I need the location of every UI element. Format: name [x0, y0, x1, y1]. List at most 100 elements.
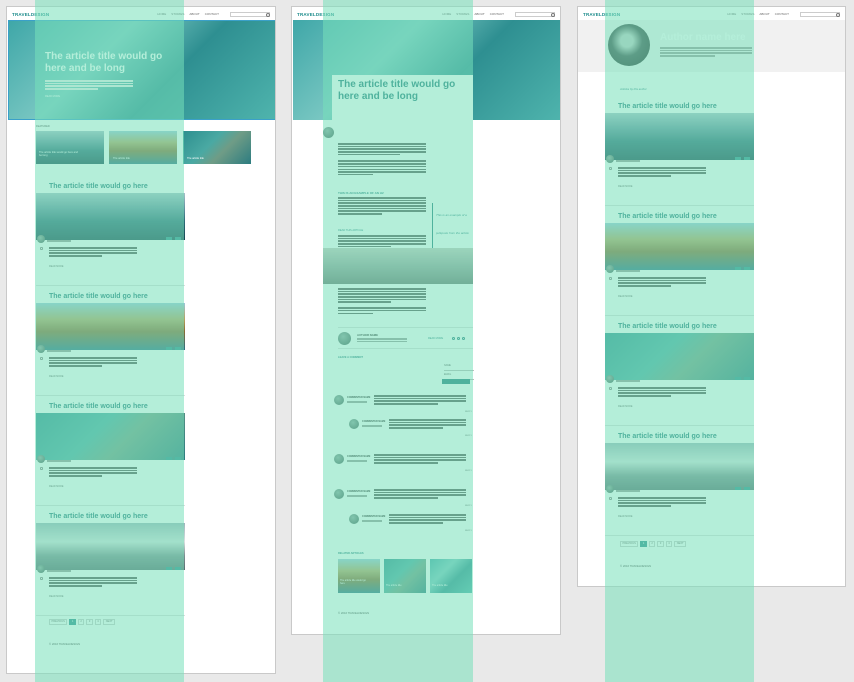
article-image[interactable] [36, 523, 185, 570]
hero-read-more[interactable]: READ MORE [45, 95, 60, 98]
related-card[interactable]: The article title [430, 559, 472, 593]
commenter-name[interactable]: COMMENTER NAME [362, 420, 385, 423]
article-image[interactable] [36, 413, 185, 460]
commenter-avatar[interactable] [349, 514, 359, 524]
commenter-name[interactable]: COMMENTER NAME [347, 455, 370, 458]
logo[interactable]: TRAVELDESIGN [297, 12, 334, 17]
commenter-name[interactable]: COMMENTER NAME [362, 515, 385, 518]
article-title[interactable]: The article title would go here [618, 433, 717, 440]
tag-badge[interactable] [735, 377, 741, 380]
nav-item-about[interactable]: ABOUT [474, 12, 484, 16]
reply-link[interactable]: REPLY [465, 505, 472, 507]
search-input[interactable] [230, 11, 270, 17]
tag-badge[interactable] [735, 157, 741, 160]
tag-badge[interactable] [166, 457, 172, 460]
commenter-avatar[interactable] [334, 395, 344, 405]
comment-icon[interactable] [40, 467, 43, 470]
author-avatar[interactable] [37, 345, 45, 353]
author-avatar[interactable] [606, 265, 614, 273]
inline-link[interactable]: READ THIS ARTICLE [338, 229, 363, 232]
tag-badge[interactable] [166, 237, 172, 240]
submit-button[interactable]: SUBMIT [442, 379, 470, 393]
author-avatar[interactable] [37, 235, 45, 243]
article-title[interactable]: The article title would go here [49, 403, 148, 410]
reply-link[interactable]: REPLY [465, 470, 472, 472]
article-image[interactable] [605, 113, 754, 160]
author-avatar[interactable] [323, 127, 334, 138]
read-more-link[interactable]: READ MORE [49, 265, 63, 268]
comment-icon[interactable] [609, 277, 612, 280]
commenter-avatar[interactable] [334, 454, 344, 464]
nav-item-contact[interactable]: CONTACT [775, 12, 789, 16]
article-card[interactable]: The article title would go here READ MORE [578, 323, 838, 433]
article-card[interactable]: The article title would go here READ MORE [578, 213, 838, 323]
featured-card[interactable]: The article title would go here and be l… [36, 131, 104, 164]
search-icon[interactable] [550, 12, 555, 17]
logo[interactable]: TRAVELDESIGN [12, 12, 49, 17]
article-card[interactable]: The article title would go here READ MORE [7, 183, 267, 293]
comment-icon[interactable] [609, 167, 612, 170]
commenter-name[interactable]: COMMENTER NAME [347, 490, 370, 493]
nav-item-home[interactable]: HOME [157, 12, 166, 16]
commenter-avatar[interactable] [349, 419, 359, 429]
article-title[interactable]: The article title would go here [49, 513, 148, 520]
search-icon[interactable] [265, 12, 270, 17]
tag-badge[interactable] [735, 267, 741, 270]
tag-badge[interactable] [175, 237, 181, 240]
article-title[interactable]: The article title would go here [49, 183, 148, 190]
share-icon[interactable] [457, 337, 460, 340]
nav-item-about[interactable]: ABOUT [189, 12, 199, 16]
read-more-link[interactable]: READ MORE [618, 295, 632, 298]
article-card[interactable]: The article title would go here READ MORE [578, 103, 838, 213]
article-title[interactable]: The article title would go here [618, 323, 717, 330]
tag-badge[interactable] [175, 457, 181, 460]
article-card[interactable]: The article title would go here READ MORE [578, 433, 838, 543]
nav-item-home[interactable]: HOME [727, 12, 736, 16]
comment-icon[interactable] [40, 247, 43, 250]
tag-badge[interactable] [744, 157, 750, 160]
nav-item-about[interactable]: ABOUT [759, 12, 769, 16]
article-title[interactable]: The article title would go here [618, 213, 717, 220]
author-avatar[interactable] [37, 455, 45, 463]
tag-badge[interactable] [175, 347, 181, 350]
commenter-name[interactable]: COMMENTER NAME [347, 396, 370, 399]
article-image[interactable] [36, 193, 185, 240]
author-avatar[interactable] [338, 332, 351, 345]
article-card[interactable]: The article title would go here READ MORE [7, 403, 267, 513]
read-more-link[interactable]: READ MORE [618, 515, 632, 518]
comment-icon[interactable] [40, 577, 43, 580]
read-more-link[interactable]: READ MORE [49, 375, 63, 378]
featured-card[interactable]: The article title [183, 131, 251, 164]
tag-badge[interactable] [166, 567, 172, 570]
author-avatar[interactable] [37, 565, 45, 573]
author-avatar[interactable] [606, 485, 614, 493]
comment-icon[interactable] [609, 497, 612, 500]
article-image[interactable] [605, 333, 754, 380]
article-image[interactable] [36, 303, 185, 350]
article-title[interactable]: The article title would go here [618, 103, 717, 110]
commenter-avatar[interactable] [334, 489, 344, 499]
search-icon[interactable] [835, 12, 840, 17]
article-image[interactable] [605, 223, 754, 270]
author-read-more[interactable]: READ MORE [428, 337, 443, 340]
author-avatar[interactable] [606, 375, 614, 383]
tag-badge[interactable] [744, 487, 750, 490]
nav-item-contact[interactable]: CONTACT [490, 12, 504, 16]
comment-icon[interactable] [40, 357, 43, 360]
article-title[interactable]: The article title would go here [49, 293, 148, 300]
search-input[interactable] [515, 11, 555, 17]
read-more-link[interactable]: READ MORE [618, 405, 632, 408]
author-name[interactable]: AUTHOR NAME [357, 333, 378, 337]
hero-title[interactable]: The article title would go here and be l… [45, 51, 175, 75]
reply-link[interactable]: REPLY [465, 530, 472, 532]
nav-item-contact[interactable]: CONTACT [205, 12, 219, 16]
nav-item-stories[interactable]: STORIES [456, 12, 469, 16]
nav-item-stories[interactable]: STORIES [741, 12, 754, 16]
name-field[interactable] [444, 368, 474, 371]
featured-card[interactable]: The article title [109, 131, 177, 164]
related-card[interactable]: The article title would go here [338, 559, 380, 593]
nav-item-home[interactable]: HOME [442, 12, 451, 16]
tag-badge[interactable] [744, 267, 750, 270]
tag-badge[interactable] [735, 487, 741, 490]
nav-item-stories[interactable]: STORIES [171, 12, 184, 16]
